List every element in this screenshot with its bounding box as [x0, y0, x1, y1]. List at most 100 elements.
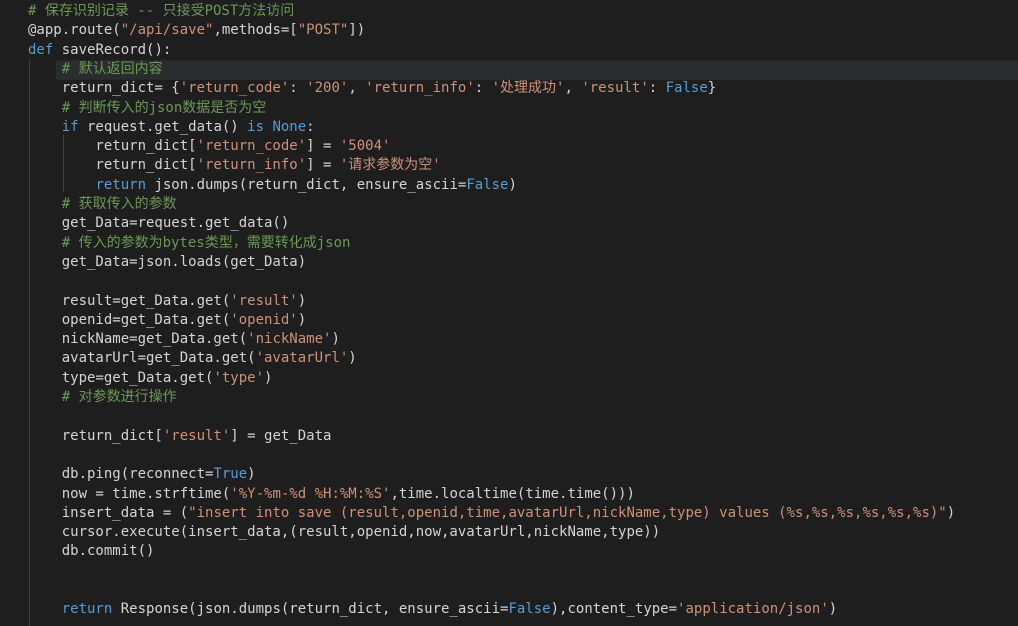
code-token: 'return_code' — [196, 138, 307, 155]
code-token: return — [61, 601, 113, 618]
code-token: 'application/json' — [677, 601, 829, 618]
code-token: "insert into save (result,openid,time,av… — [188, 504, 947, 521]
current-line-highlight — [56, 60, 1018, 80]
code-line[interactable]: return_dict['return_info'] = '请求参数为空' — [28, 156, 440, 175]
code-line[interactable]: openid=get_Data.get('openid') — [28, 311, 306, 330]
code-token: ] = — [306, 138, 340, 155]
code-token: "POST" — [297, 22, 349, 39]
code-token: 'return_info' — [196, 157, 307, 174]
code-token: # 默认返回内容 — [61, 60, 163, 77]
code-line[interactable]: insert_data = ("insert into save (result… — [28, 504, 955, 523]
code-token: avatarUrl=get_Data.get( — [28, 350, 256, 367]
code-token: 'result' — [162, 427, 231, 444]
code-token: get_Data=request.get_data() — [28, 215, 290, 232]
code-line[interactable]: return_dict['result'] = get_Data — [28, 427, 332, 446]
code-editor[interactable]: # 保存识别记录 -- 只接受POST方法访问 @app.route("/api/… — [0, 0, 1018, 626]
code-token: '5004' — [339, 138, 391, 155]
code-token: 'openid' — [230, 311, 298, 328]
code-token: ) — [828, 601, 838, 618]
code-token: : — [648, 80, 666, 97]
code-token: return_dict[ — [28, 427, 163, 444]
code-token: ) — [331, 331, 340, 348]
code-token: now = time.strftime( — [28, 485, 231, 502]
code-token: nickName=get_Data.get( — [28, 331, 248, 348]
code-token: ,methods=[ — [213, 22, 298, 39]
code-token: ) — [508, 176, 517, 193]
code-token: 'result' — [581, 80, 649, 97]
code-token: 'result' — [230, 292, 298, 309]
code-token: None — [272, 118, 307, 135]
code-token: openid=get_Data.get( — [28, 311, 231, 328]
code-token: ) — [946, 504, 956, 521]
code-token: db.ping(reconnect= — [28, 466, 214, 483]
code-token: is — [247, 118, 265, 135]
code-token: @app.route( — [28, 22, 121, 39]
code-line[interactable]: nickName=get_Data.get('nickName') — [28, 330, 340, 349]
code-line[interactable]: get_Data=json.loads(get_Data) — [28, 253, 306, 272]
code-token: # 保存识别记录 -- 只接受POST方法访问 — [28, 3, 295, 19]
code-line[interactable]: avatarUrl=get_Data.get('avatarUrl') — [28, 349, 357, 368]
code-token: ) — [264, 369, 273, 386]
code-line[interactable]: # 获取传入的参数 — [28, 195, 177, 214]
code-line[interactable]: def saveRecord(): — [28, 41, 171, 60]
code-line[interactable]: return_dict= {'return_code': '200', 'ret… — [28, 79, 717, 98]
code-token: False — [508, 601, 551, 618]
code-token: ) — [348, 350, 357, 367]
code-line[interactable]: get_Data=request.get_data() — [28, 214, 290, 233]
code-token: '%Y-%m-%d %H:%M:%S' — [230, 485, 391, 502]
code-token: : — [289, 80, 307, 97]
code-line[interactable]: return Response(json.dumps(return_dict, … — [28, 600, 837, 619]
code-token: '200' — [306, 80, 349, 97]
code-line[interactable]: return json.dumps(return_dict, ensure_as… — [28, 176, 517, 195]
code-line[interactable]: cursor.execute(insert_data,(result,openi… — [28, 523, 660, 542]
code-line[interactable]: now = time.strftime('%Y-%m-%d %H:%M:%S',… — [28, 485, 635, 504]
code-token: return — [95, 176, 147, 193]
code-token: ,time.localtime(time.time())) — [390, 485, 635, 502]
code-token: 'avatarUrl' — [255, 350, 349, 367]
code-line[interactable]: return_dict['return_code'] = '5004' — [28, 137, 390, 156]
code-token: ) — [247, 466, 256, 483]
code-line[interactable]: @app.route("/api/save",methods=["POST"]) — [28, 21, 365, 40]
code-token: 'return_code' — [179, 80, 290, 97]
code-line[interactable]: result=get_Data.get('result') — [28, 292, 306, 311]
code-token: # 判断传入的json数据是否为空 — [61, 99, 267, 116]
code-line[interactable]: # 判断传入的json数据是否为空 — [28, 99, 267, 118]
code-token: '处理成功' — [491, 80, 565, 97]
code-line[interactable]: # 保存识别记录 -- 只接受POST方法访问 — [28, 2, 294, 21]
code-token: , — [348, 80, 366, 97]
code-token: 'return_info' — [365, 80, 475, 97]
code-line[interactable]: # 默认返回内容 — [28, 60, 163, 79]
code-token: type=get_Data.get( — [28, 369, 214, 386]
code-token: ]) — [348, 22, 366, 39]
code-token: saveRecord(): — [53, 41, 172, 58]
code-line[interactable]: db.ping(reconnect=True) — [28, 465, 256, 484]
code-token: def — [28, 41, 54, 58]
code-token: get_Data=json.loads(get_Data) — [28, 253, 307, 270]
code-token: "/api/save" — [120, 22, 214, 39]
code-token: ] = — [306, 157, 340, 174]
code-token: insert_data = ( — [28, 504, 189, 521]
code-line[interactable]: type=get_Data.get('type') — [28, 369, 273, 388]
code-token: False — [466, 176, 509, 193]
code-line[interactable]: # 对参数进行操作 — [28, 388, 177, 407]
code-line[interactable]: # 传入的参数为bytes类型，需要转化成json — [28, 234, 351, 253]
code-token: cursor.execute(insert_data,(result,openi… — [28, 524, 661, 541]
code-token: return_dict= { — [28, 80, 180, 97]
code-token: request.get_data() — [78, 118, 248, 135]
code-token: 'nickName' — [247, 331, 332, 348]
code-token: # 传入的参数为bytes类型，需要转化成json — [61, 234, 351, 251]
code-token: db.commit() — [28, 543, 155, 560]
code-token: ] = get_Data — [230, 427, 332, 444]
code-line[interactable]: db.commit() — [28, 542, 155, 561]
code-token: # 获取传入的参数 — [61, 196, 177, 212]
code-line[interactable]: if request.get_data() is None: — [28, 118, 315, 137]
code-token: json.dumps(return_dict, ensure_ascii= — [146, 176, 467, 193]
code-token: : — [474, 80, 492, 97]
